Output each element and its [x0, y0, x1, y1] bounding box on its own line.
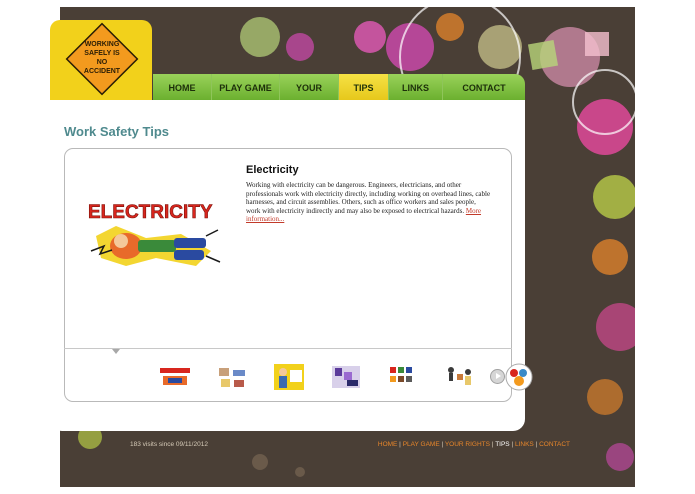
thumbnail-lifting[interactable]	[443, 362, 477, 392]
main-nav: HOME PLAY GAME YOUR RIGHTS TIPS LINKS CO…	[153, 74, 525, 121]
nav-tips[interactable]: TIPS	[338, 74, 388, 100]
tip-body-text: Working with electricity can be dangerou…	[246, 181, 491, 215]
nav-home[interactable]: HOME	[153, 74, 211, 100]
tip-body: Working with electricity can be dangerou…	[246, 181, 491, 224]
nav-contact[interactable]: CONTACT	[442, 74, 525, 100]
logo-line: WORKING	[84, 41, 120, 48]
nav-links[interactable]: LINKS	[388, 74, 442, 100]
footer-link-tips[interactable]: TIPS	[495, 441, 509, 448]
visit-counter: 183 visits since 09/11/2012	[130, 441, 208, 448]
thumbnail-divider	[64, 348, 512, 349]
thumbnail-ladder[interactable]	[215, 362, 249, 392]
logo-line: ACCIDENT	[83, 68, 121, 75]
logo-text: WORKING SAFELY IS NO ACCIDENT	[78, 40, 126, 76]
electricity-illustration: ELECTRICITY	[88, 202, 221, 266]
selected-pointer-icon	[112, 349, 120, 354]
logo-line: SAFELY IS	[84, 50, 120, 57]
nav-play-game[interactable]: PLAY GAME	[211, 74, 279, 100]
tip-heading: Electricity	[246, 164, 299, 176]
thumbnail-electricity[interactable]	[158, 362, 192, 392]
page-title: Work Safety Tips	[64, 124, 169, 139]
footer-link-contact[interactable]: CONTACT	[539, 441, 570, 448]
next-arrow-icon[interactable]	[490, 369, 505, 384]
footer-link-home[interactable]: HOME	[378, 441, 398, 448]
footer-link-play-game[interactable]: PLAY GAME	[403, 441, 440, 448]
logo-line: NO	[96, 59, 108, 66]
illustration-lettering: ELECTRICITY	[88, 202, 213, 223]
footer-link-your-rights[interactable]: YOUR RIGHTS	[445, 441, 490, 448]
thumbnail-chemicals[interactable]	[329, 362, 363, 392]
footer-nav: HOME | PLAY GAME | YOUR RIGHTS | TIPS | …	[378, 441, 570, 448]
thumbnail-worker[interactable]	[272, 362, 306, 392]
footer-link-links[interactable]: LINKS	[515, 441, 534, 448]
thumbnail-ppe[interactable]	[502, 362, 536, 392]
thumbnail-tools[interactable]	[386, 362, 420, 392]
nav-your-rights[interactable]: YOUR RIGHTS	[279, 74, 338, 121]
